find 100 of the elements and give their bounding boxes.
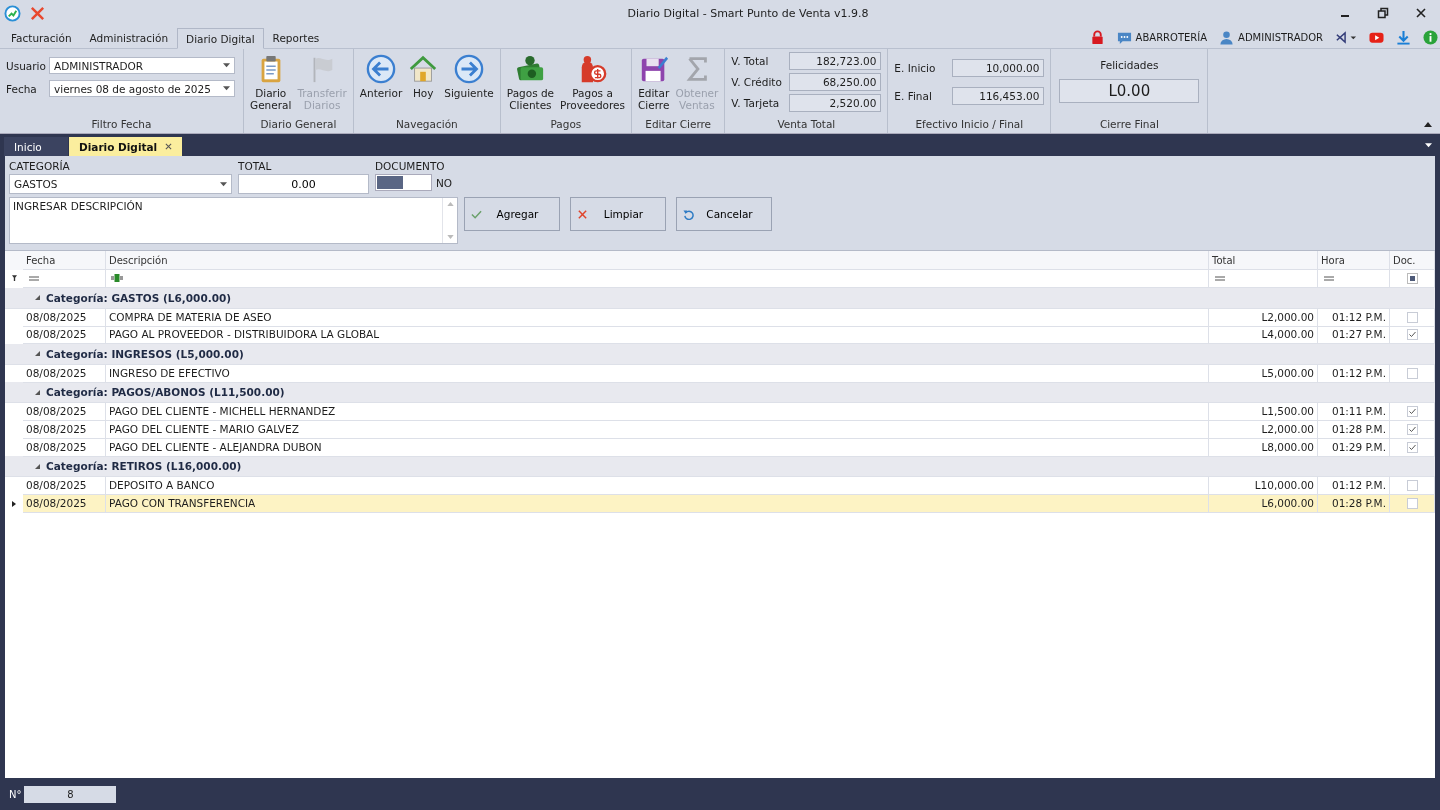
checkbox[interactable] <box>1406 329 1418 341</box>
user-icon <box>1219 29 1235 45</box>
window-title: Diario Digital - Smart Punto de Venta v1.9.8 <box>626 6 870 20</box>
dropdown-caret-icon[interactable] <box>223 86 230 91</box>
table-cell: 08/08/2025 <box>23 438 106 457</box>
checkbox[interactable] <box>1406 311 1418 323</box>
group-row-title[interactable]: Categoría: PAGOS/ABONOS (L11,500.00) <box>46 386 285 399</box>
category-dropdown[interactable]: GASTOS <box>9 174 232 194</box>
field-label: DOCUMENTO <box>375 160 446 172</box>
equals-icon[interactable] <box>1215 275 1225 281</box>
group-label: Diario General <box>259 117 338 132</box>
group-label: Efectivo Inicio / Final <box>914 117 1025 132</box>
collapse-icon[interactable] <box>35 389 40 395</box>
checkbox[interactable] <box>1406 441 1418 453</box>
field-label: V. Total <box>731 55 769 67</box>
collapse-icon[interactable] <box>35 295 40 301</box>
count-field: 8 <box>24 785 117 803</box>
checkbox[interactable] <box>1406 497 1418 509</box>
collapse-icon[interactable] <box>1424 122 1432 127</box>
amount-field: 10,000.00 <box>952 59 1045 77</box>
action-button[interactable]: Cancelar <box>676 197 772 231</box>
field-label: V. Tarjeta <box>731 97 780 109</box>
column-header[interactable]: Total <box>1209 251 1318 270</box>
amount-field: 68,250.00 <box>789 73 882 91</box>
menu-tab[interactable]: Facturación <box>2 27 81 48</box>
table-cell: 01:12 P.M. <box>1318 364 1390 383</box>
checkbox[interactable] <box>1406 423 1418 435</box>
arrow-left-icon[interactable] <box>366 54 397 84</box>
amount-field: 116,453.00 <box>952 87 1045 105</box>
group-label: Pagos <box>549 117 583 132</box>
code-editor-icon[interactable] <box>1335 29 1357 45</box>
info-icon[interactable] <box>1423 29 1438 45</box>
table-cell: PAGO DEL CLIENTE - MARIO GALVEZ <box>106 420 1209 439</box>
date-dropdown[interactable]: viernes 08 de agosto de 2025 <box>49 80 235 97</box>
table-cell: L8,000.00 <box>1209 438 1318 457</box>
column-header[interactable]: Doc. <box>1390 251 1435 270</box>
ribbon-button[interactable]: Pagos de Clientes <box>504 52 557 113</box>
checkbox[interactable] <box>1406 367 1418 379</box>
column-header[interactable]: Fecha <box>23 251 106 270</box>
table-cell: 08/08/2025 <box>23 308 106 327</box>
field-label: CATEGORÍA <box>9 160 71 172</box>
lock-icon[interactable] <box>1089 29 1105 45</box>
dropdown-icon[interactable] <box>1425 142 1432 148</box>
collapse-icon[interactable] <box>35 351 40 357</box>
table-cell: L2,000.00 <box>1209 420 1318 439</box>
table-cell: 08/08/2025 <box>23 420 106 439</box>
table-cell: INGRESO DE EFECTIVO <box>106 364 1209 383</box>
ribbon-button[interactable]: Hoy <box>406 52 441 101</box>
menu-tab[interactable]: Reportes <box>263 27 329 48</box>
table-cell: L2,000.00 <box>1209 308 1318 327</box>
undo-icon[interactable] <box>683 208 694 220</box>
text-filter-icon[interactable] <box>111 274 123 283</box>
column-header[interactable]: Descripción <box>106 251 1209 270</box>
group-row-title[interactable]: Categoría: GASTOS (L6,000.00) <box>46 291 232 304</box>
filter-icon <box>11 275 17 283</box>
user-name: ADMINISTRADOR <box>1238 31 1323 43</box>
ribbon-button[interactable]: Anterior <box>357 52 405 101</box>
amount-field: 182,723.00 <box>789 52 882 70</box>
column-header[interactable]: Hora <box>1318 251 1390 270</box>
collapse-icon[interactable] <box>35 463 40 469</box>
ribbon-button[interactable]: Editar Cierre <box>636 52 672 113</box>
close-icon[interactable] <box>1414 6 1428 20</box>
dropdown-caret-icon[interactable] <box>223 63 230 68</box>
row-pointer-icon <box>12 500 16 507</box>
menu-tab[interactable]: Diario Digital <box>177 28 264 49</box>
group-row-title[interactable]: Categoría: INGRESOS (L5,000.00) <box>46 347 244 360</box>
checkbox-filter-icon[interactable] <box>1406 272 1418 284</box>
checkbox[interactable] <box>1406 406 1418 418</box>
equals-icon[interactable] <box>1324 275 1334 281</box>
equals-icon[interactable] <box>29 275 39 281</box>
field-label: Usuario <box>6 59 46 72</box>
arrow-right-icon[interactable] <box>454 54 484 84</box>
user-dropdown[interactable]: ADMINISTRADOR <box>49 57 235 74</box>
check-icon[interactable] <box>471 208 482 220</box>
close-icon[interactable] <box>165 143 173 150</box>
group-label: Cierre Final <box>1098 117 1160 132</box>
closing-amount: L0.00 <box>1059 79 1200 103</box>
table-cell: 01:11 P.M. <box>1318 403 1390 422</box>
menu-tab[interactable]: Administración <box>80 27 178 48</box>
store-name: ABARROTERÍA <box>1135 31 1208 43</box>
amount-field: 2,520.00 <box>789 94 882 112</box>
document-toggle[interactable] <box>375 174 432 191</box>
home-icon[interactable] <box>408 54 439 84</box>
table-cell: 01:12 P.M. <box>1318 308 1390 327</box>
ribbon-button[interactable]: Diario General <box>248 52 294 113</box>
total-field[interactable]: 0.00 <box>238 174 369 194</box>
restore-icon[interactable] <box>1376 6 1390 20</box>
table-cell: L1,500.00 <box>1209 403 1318 422</box>
field-label: E. Inicio <box>894 62 936 74</box>
x-icon[interactable] <box>577 208 588 220</box>
ribbon-button[interactable]: Siguiente <box>442 52 496 101</box>
group-label: Filtro Fecha <box>90 117 153 132</box>
dropdown-caret-icon[interactable] <box>220 181 227 187</box>
ribbon-button[interactable]: Pagos a Proveedores <box>558 52 627 113</box>
action-button[interactable]: Limpiar <box>570 197 666 231</box>
group-row-title[interactable]: Categoría: RETIROS (L16,000.00) <box>46 460 242 473</box>
action-button[interactable]: Agregar <box>464 197 560 231</box>
download-icon[interactable] <box>1396 29 1411 45</box>
field-label: TOTAL <box>238 160 273 172</box>
checkbox[interactable] <box>1406 480 1418 492</box>
